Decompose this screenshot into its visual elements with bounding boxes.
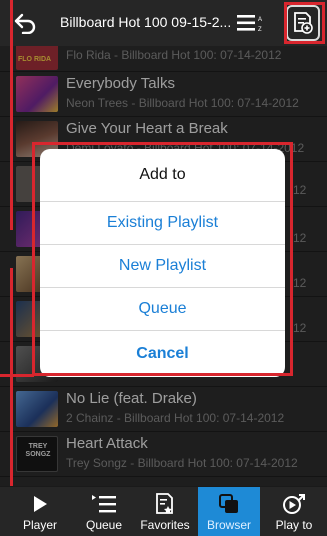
- svg-text:A: A: [258, 17, 262, 23]
- nav-label: Browser: [206, 518, 251, 532]
- nav-label: Favorites: [140, 518, 190, 532]
- dialog-highlight-box: [32, 142, 293, 376]
- nav-label: Queue: [85, 518, 123, 532]
- favorites-icon: [155, 490, 175, 518]
- sort-icon: A Z: [237, 15, 262, 33]
- nav-play-to[interactable]: Play to: [264, 487, 324, 536]
- add-button-highlight-box: [284, 2, 325, 44]
- nav-queue[interactable]: Queue: [76, 487, 132, 536]
- nav-favorites[interactable]: Favorites: [134, 487, 196, 536]
- nav-label: Player: [22, 518, 57, 532]
- highlight-connector: [0, 374, 34, 377]
- nav-label: Play to: [275, 518, 313, 532]
- svg-text:Z: Z: [258, 27, 262, 33]
- queue-icon: [91, 490, 117, 518]
- browser-icon: [218, 490, 240, 518]
- nav-browser[interactable]: Browser: [198, 487, 260, 536]
- sort-button[interactable]: A Z: [234, 8, 268, 38]
- play-icon: [32, 490, 48, 518]
- top-bar: Billboard Hot 100 09-15-2... A Z: [0, 0, 327, 46]
- play-to-icon: [282, 490, 306, 518]
- playlist-title: Billboard Hot 100 09-15-2...: [60, 14, 232, 30]
- bottom-nav: Player Queue Favorites Browser Play to: [0, 486, 327, 536]
- highlight-edge-left-top: [10, 0, 13, 230]
- nav-player[interactable]: Player: [14, 487, 66, 536]
- back-arrow-icon: [14, 13, 36, 34]
